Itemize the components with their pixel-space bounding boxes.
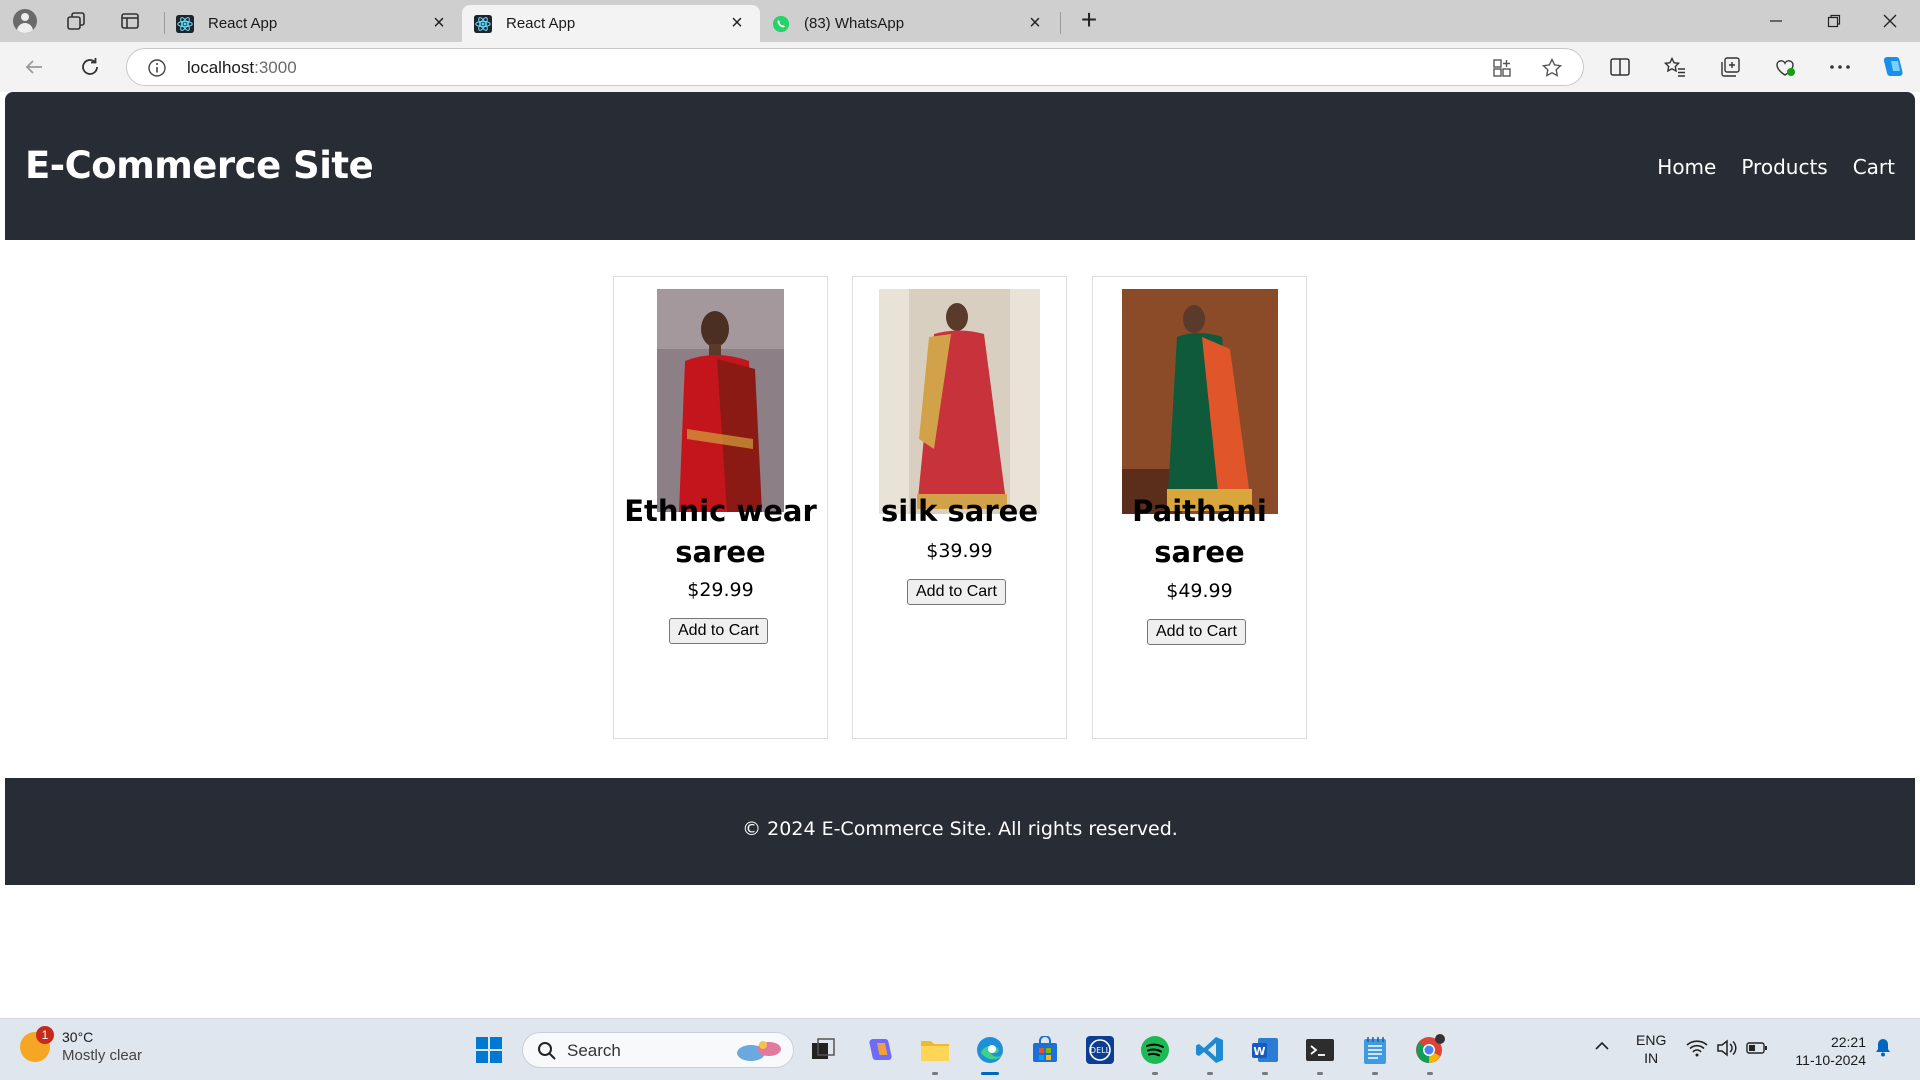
notepad-icon[interactable] bbox=[1357, 1032, 1393, 1075]
language-line2: IN bbox=[1644, 1050, 1659, 1066]
weather-icon: 1 bbox=[20, 1025, 54, 1062]
chevron-up-icon[interactable] bbox=[1594, 1039, 1610, 1055]
site-footer: © 2024 E-Commerce Site. All rights reser… bbox=[5, 778, 1915, 885]
back-icon[interactable] bbox=[20, 53, 48, 81]
product-price: $49.99 bbox=[1166, 580, 1233, 602]
product-card-silk-saree: silk saree $39.99 Add to Cart bbox=[852, 276, 1067, 739]
collections-icon[interactable] bbox=[1716, 53, 1744, 81]
split-screen-icon[interactable] bbox=[1606, 53, 1634, 81]
whatsapp-icon bbox=[772, 15, 790, 32]
vscode-icon[interactable] bbox=[1192, 1032, 1228, 1075]
svg-text:W: W bbox=[1253, 1045, 1265, 1058]
language-line1: ENG bbox=[1636, 1032, 1667, 1048]
refresh-icon[interactable] bbox=[76, 53, 104, 81]
copilot-icon[interactable] bbox=[1879, 53, 1907, 81]
notification-bell-icon[interactable] bbox=[1874, 1037, 1892, 1060]
system-clock[interactable]: 22:21 11-10-2024 bbox=[1795, 1033, 1866, 1069]
file-explorer-icon[interactable] bbox=[917, 1032, 953, 1075]
browser-essentials-icon[interactable] bbox=[1771, 53, 1799, 81]
product-price: $29.99 bbox=[687, 579, 754, 601]
product-name: Paithani saree bbox=[1132, 494, 1267, 569]
nav-link-cart[interactable]: Cart bbox=[1853, 155, 1895, 179]
windows-taskbar: 1 30°C Mostly clear Search DELL W ENG IN… bbox=[0, 1018, 1920, 1080]
favorite-star-icon[interactable] bbox=[1541, 57, 1563, 79]
volume-icon[interactable] bbox=[1716, 1039, 1738, 1060]
notification-badge: 1 bbox=[36, 1025, 54, 1044]
add-to-cart-button[interactable]: Add to Cart bbox=[669, 618, 768, 644]
add-to-cart-button[interactable]: Add to Cart bbox=[1147, 619, 1246, 645]
page-viewport: E-Commerce Site Home Products Cart Ethni… bbox=[5, 92, 1915, 1018]
chrome-icon[interactable] bbox=[1412, 1032, 1448, 1075]
tab-react-app-1[interactable]: React App × bbox=[164, 5, 462, 42]
nav-link-products[interactable]: Products bbox=[1741, 155, 1827, 179]
task-view-icon[interactable] bbox=[805, 1032, 841, 1068]
close-tab-icon[interactable]: × bbox=[726, 13, 748, 35]
nav-link-home[interactable]: Home bbox=[1657, 155, 1716, 179]
product-image bbox=[657, 289, 784, 512]
product-image bbox=[879, 289, 1040, 514]
profile-avatar-icon[interactable] bbox=[10, 6, 40, 36]
copilot-app-icon[interactable] bbox=[862, 1032, 898, 1068]
close-tab-icon[interactable]: × bbox=[1024, 13, 1046, 35]
product-card-paithani-saree: Paithani saree $49.99 Add to Cart bbox=[1092, 276, 1307, 739]
search-highlight-icon bbox=[737, 1041, 781, 1061]
copyright-text: © 2024 E-Commerce Site. All rights reser… bbox=[742, 818, 1178, 840]
search-label: Search bbox=[567, 1041, 621, 1060]
clock-time: 22:21 bbox=[1830, 1034, 1866, 1050]
edge-icon[interactable] bbox=[972, 1032, 1008, 1075]
site-info-icon[interactable] bbox=[147, 58, 167, 78]
browser-toolbar: localhost:3000 bbox=[0, 42, 1920, 92]
weather-desc: Mostly clear bbox=[62, 1047, 143, 1064]
close-window-icon[interactable] bbox=[1870, 8, 1910, 34]
favorites-icon[interactable] bbox=[1661, 53, 1689, 81]
weather-widget[interactable]: 1 30°C Mostly clear bbox=[20, 1025, 143, 1064]
search-icon bbox=[538, 1042, 556, 1060]
browser-tab-strip: React App × React App × (83) WhatsApp × … bbox=[0, 0, 1920, 42]
word-icon[interactable]: W bbox=[1247, 1032, 1283, 1075]
tab-title: (83) WhatsApp bbox=[804, 15, 905, 32]
site-header: E-Commerce Site Home Products Cart bbox=[5, 92, 1915, 240]
tab-react-app-2[interactable]: React App × bbox=[462, 5, 760, 42]
product-card-ethnic-wear-saree: Ethnic wear saree $29.99 Add to Cart bbox=[613, 276, 828, 739]
tab-whatsapp[interactable]: (83) WhatsApp × bbox=[760, 5, 1058, 42]
url-text: localhost:3000 bbox=[187, 58, 297, 77]
tab-title: React App bbox=[506, 15, 576, 32]
language-indicator[interactable]: ENG IN bbox=[1636, 1031, 1666, 1067]
store-icon[interactable] bbox=[1027, 1032, 1063, 1068]
site-nav: Home Products Cart bbox=[1657, 155, 1895, 179]
spotify-icon[interactable] bbox=[1137, 1032, 1173, 1075]
react-icon bbox=[176, 14, 194, 33]
tab-actions-icon[interactable] bbox=[118, 9, 142, 33]
tab-title: React App bbox=[208, 15, 278, 32]
react-icon bbox=[474, 14, 492, 33]
weather-temp: 30°C bbox=[62, 1029, 94, 1045]
address-bar[interactable]: localhost:3000 bbox=[126, 48, 1584, 86]
dell-icon[interactable]: DELL bbox=[1082, 1032, 1118, 1068]
taskbar-search[interactable]: Search bbox=[522, 1032, 794, 1068]
terminal-icon[interactable] bbox=[1302, 1032, 1338, 1075]
site-title: E-Commerce Site bbox=[25, 144, 374, 187]
wifi-icon[interactable] bbox=[1686, 1039, 1708, 1060]
product-name: Ethnic wear saree bbox=[624, 494, 817, 569]
more-menu-icon[interactable] bbox=[1826, 53, 1854, 81]
product-image bbox=[1122, 289, 1278, 514]
workspaces-icon[interactable] bbox=[64, 9, 88, 33]
product-name: silk saree bbox=[881, 494, 1038, 528]
minimize-icon[interactable] bbox=[1756, 8, 1796, 34]
close-tab-icon[interactable]: × bbox=[428, 13, 450, 35]
clock-date: 11-10-2024 bbox=[1795, 1052, 1866, 1068]
battery-icon[interactable] bbox=[1746, 1041, 1768, 1058]
app-available-icon[interactable] bbox=[1491, 57, 1513, 79]
svg-text:DELL: DELL bbox=[1090, 1046, 1111, 1055]
new-tab-icon[interactable]: + bbox=[1076, 6, 1102, 34]
start-icon[interactable] bbox=[471, 1032, 507, 1068]
product-price: $39.99 bbox=[926, 540, 993, 562]
add-to-cart-button[interactable]: Add to Cart bbox=[907, 579, 1006, 605]
restore-icon[interactable] bbox=[1814, 8, 1854, 34]
